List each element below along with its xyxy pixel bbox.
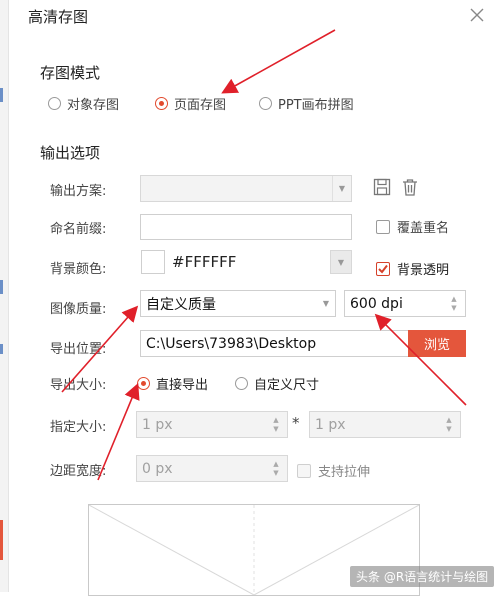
bg-color-swatch[interactable] [141, 250, 165, 274]
edge-marker [0, 344, 3, 354]
browse-button[interactable]: 浏览 [408, 330, 466, 357]
radio-label: PPT画布拼图 [278, 98, 354, 113]
radio-label: 自定义尺寸 [254, 378, 320, 393]
radio-label: 页面存图 [174, 98, 227, 113]
scheme-label: 输出方案: [50, 184, 107, 199]
output-options-heading: 输出选项 [40, 144, 101, 162]
background-app-edge [0, 0, 9, 592]
spin-arrows-icon[interactable]: ▲ ▼ [269, 460, 283, 478]
chevron-down-icon[interactable]: ▼ [332, 176, 351, 201]
quality-label: 图像质量: [50, 302, 107, 317]
height-value: 1 px [315, 416, 346, 433]
dialog-title: 高清存图 [28, 8, 89, 26]
spin-arrows-icon[interactable]: ▲ ▼ [442, 416, 456, 434]
dpi-value: 600 dpi [350, 295, 403, 312]
radio-label: 对象存图 [67, 98, 120, 113]
save-icon[interactable] [373, 178, 391, 198]
edge-marker [0, 88, 3, 102]
bg-color-hex: #FFFFFF [172, 253, 237, 271]
checkbox-box[interactable] [376, 219, 390, 234]
dpi-stepper[interactable]: 600 dpi ▲ ▼ [344, 290, 466, 317]
radio-circle-selected[interactable] [137, 377, 150, 390]
radio-circle[interactable] [48, 97, 61, 110]
arrow-to-page-save [221, 29, 336, 94]
radio-circle-selected[interactable] [155, 97, 168, 110]
margin-stepper[interactable]: 0 px ▲ ▼ [136, 455, 288, 482]
bg-transparent-checkbox[interactable]: 背景透明 [376, 259, 449, 278]
overwrite-checkbox[interactable]: 覆盖重名 [376, 217, 449, 236]
edge-marker [0, 520, 3, 560]
stretch-label: 支持拉伸 [318, 465, 371, 480]
path-input[interactable]: C:\Users\73983\Desktop [140, 330, 410, 357]
times-symbol: * [292, 414, 300, 432]
radio-direct-export[interactable]: 直接导出 [137, 374, 208, 393]
spin-arrows-icon[interactable]: ▲ ▼ [269, 416, 283, 434]
spin-arrows-icon[interactable]: ▲ ▼ [447, 295, 461, 313]
prefix-label: 命名前缀: [50, 222, 107, 237]
path-label: 导出位置: [50, 342, 107, 357]
margin-label: 边距宽度: [50, 464, 107, 479]
margin-value: 0 px [142, 460, 173, 477]
spec-size-label: 指定大小: [50, 420, 107, 435]
prefix-input[interactable] [140, 214, 352, 240]
quality-dropdown[interactable]: 自定义质量 ▼ [140, 290, 336, 317]
chevron-down-icon[interactable]: ▼ [317, 291, 335, 316]
trash-icon[interactable] [401, 178, 419, 198]
checkmark-icon[interactable] [376, 261, 390, 276]
radio-label: 直接导出 [156, 378, 209, 393]
radio-object-save[interactable]: 对象存图 [48, 94, 119, 113]
save-mode-heading: 存图模式 [40, 64, 101, 82]
width-stepper[interactable]: 1 px ▲ ▼ [136, 411, 288, 438]
watermark: 头条 @R语言统计与绘图 [350, 566, 495, 587]
width-value: 1 px [142, 416, 173, 433]
bg-color-label: 背景颜色: [50, 262, 107, 277]
radio-page-save[interactable]: 页面存图 [155, 94, 226, 113]
radio-custom-size[interactable]: 自定义尺寸 [235, 374, 319, 393]
radio-circle[interactable] [259, 97, 272, 110]
close-icon[interactable] [466, 4, 488, 26]
export-size-label: 导出大小: [50, 378, 107, 393]
bg-transparent-label: 背景透明 [397, 263, 450, 278]
overwrite-label: 覆盖重名 [397, 221, 450, 236]
height-stepper[interactable]: 1 px ▲ ▼ [309, 411, 461, 438]
color-picker-chevron-down-icon[interactable]: ▼ [330, 250, 352, 274]
radio-circle[interactable] [235, 377, 248, 390]
scheme-dropdown[interactable]: ▼ [140, 175, 352, 202]
quality-value: 自定义质量 [146, 296, 216, 313]
radio-ppt-collage[interactable]: PPT画布拼图 [259, 94, 354, 113]
checkbox-box[interactable] [297, 463, 311, 478]
edge-marker [0, 280, 3, 294]
stretch-checkbox[interactable]: 支持拉伸 [297, 461, 370, 480]
